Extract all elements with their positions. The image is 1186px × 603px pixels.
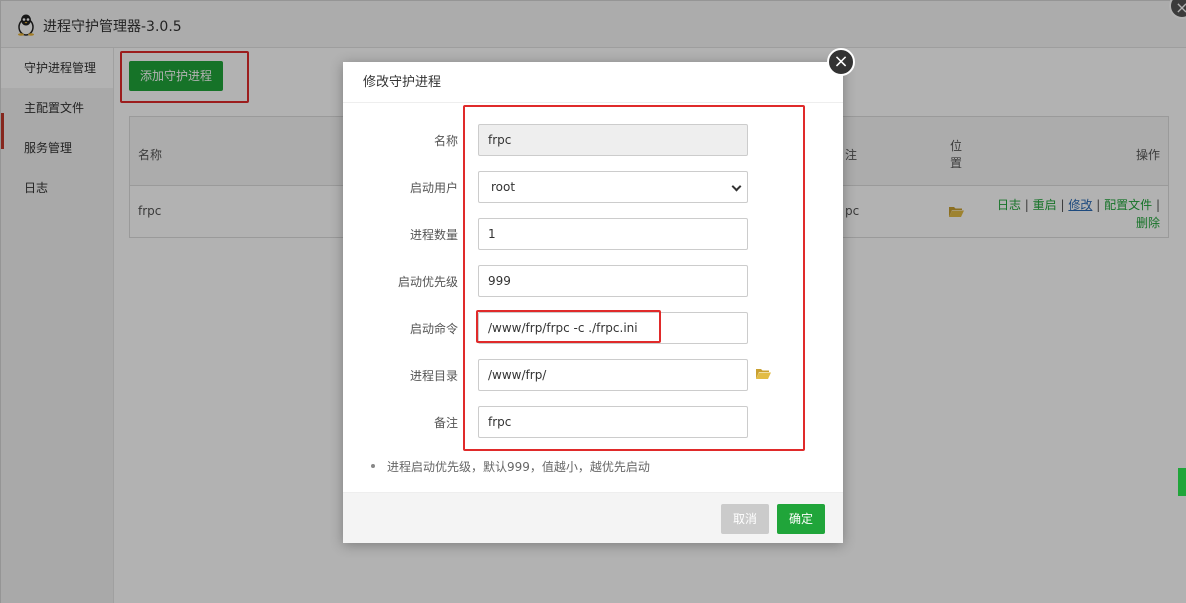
cancel-button[interactable]: 取消 [721, 504, 769, 534]
count-label: 进程数量 [409, 228, 458, 242]
priority-label: 启动优先级 [397, 275, 458, 289]
confirm-button[interactable]: 确定 [777, 504, 825, 534]
edit-daemon-dialog: 修改守护进程 × 名称 frpc 启动用户 root 进程数量 1 启动优先级 … [343, 48, 855, 543]
dialog-footer: 取消 确定 [343, 492, 843, 543]
user-label: 启动用户 [409, 181, 458, 195]
priority-tip: 进程启动优先级，默认999，值越小，越优先启动 [371, 460, 650, 474]
remark-label: 备注 [433, 416, 458, 430]
dialog-title: 修改守护进程 [343, 62, 843, 103]
dir-label: 进程目录 [409, 369, 458, 383]
highlight-form-fields [463, 105, 805, 451]
name-label: 名称 [433, 134, 458, 148]
close-icon[interactable]: × [827, 48, 855, 76]
command-label: 启动命令 [409, 322, 458, 336]
edge-marker-green [1178, 468, 1186, 496]
highlight-command-field [476, 310, 661, 343]
